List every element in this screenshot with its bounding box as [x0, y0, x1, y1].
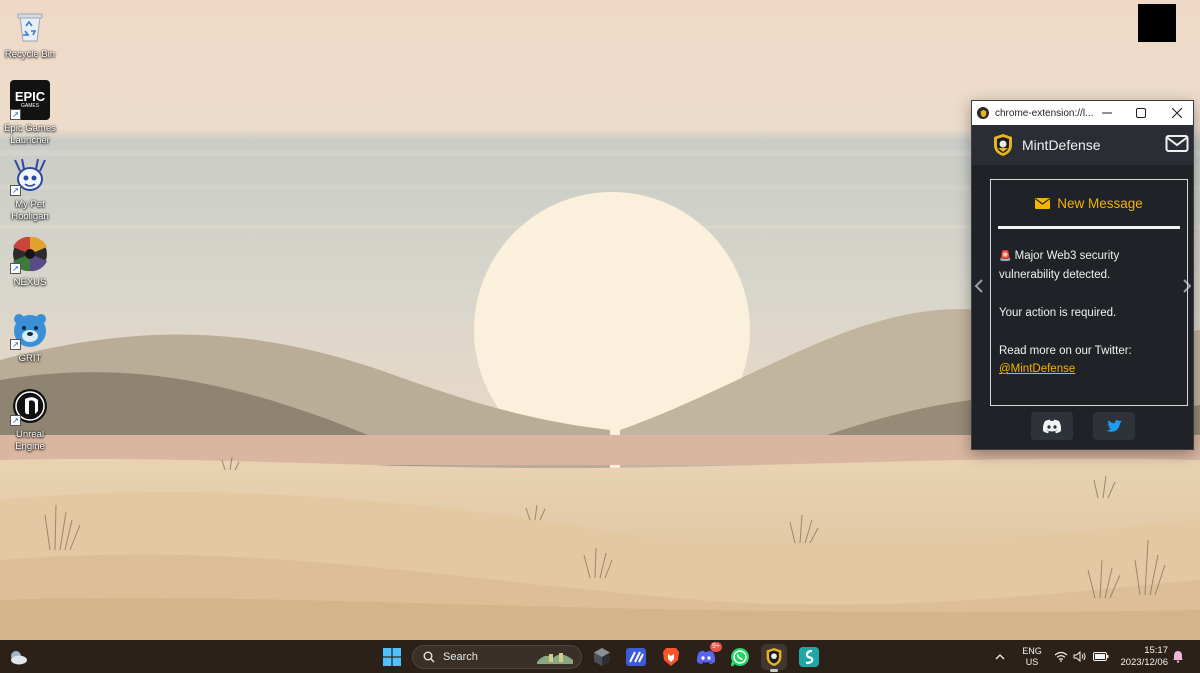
desktop-icon-label: My Pet Hooligan: [11, 199, 49, 222]
window-title: chrome-extension://l...: [995, 107, 1094, 119]
taskbar-app-linear[interactable]: [623, 644, 649, 670]
brand-name: MintDefense: [1022, 137, 1101, 153]
extension-favicon-icon: [977, 107, 989, 119]
brave-icon: [663, 648, 679, 666]
twitter-handle-link[interactable]: @MintDefense: [999, 363, 1075, 375]
weather-widget-icon[interactable]: [8, 648, 28, 666]
desktop-icon-grit[interactable]: ↗ GRIT: [2, 310, 58, 365]
taskbar-app-discord[interactable]: 9+: [693, 642, 722, 670]
taskbar-app-surfshark[interactable]: [796, 644, 822, 670]
desktop-icon-label: GRIT: [18, 353, 42, 364]
taskbar: Search 9+ ENG US 15:17 2023/12/06: [0, 640, 1200, 673]
minimize-icon: [1102, 112, 1112, 114]
desktop-icon-label: Epic Games Launcher: [4, 123, 56, 146]
grit-icon: ↗: [10, 310, 50, 350]
message-body: 🚨 Major Web3 security vulnerability dete…: [991, 229, 1187, 378]
desktop-icon-unreal-engine[interactable]: ↗ Unreal Engine: [2, 386, 58, 453]
close-icon: [1172, 108, 1182, 118]
window-titlebar[interactable]: chrome-extension://l...: [972, 101, 1193, 125]
message-line-3: Read more on our Twitter:: [999, 345, 1132, 357]
notification-bell-icon: [1173, 651, 1183, 663]
mintdefense-logo-icon: [994, 134, 1012, 156]
wifi-icon: [1054, 651, 1068, 662]
previous-arrow-icon[interactable]: [974, 279, 984, 297]
whatsapp-icon: [730, 648, 749, 667]
surfshark-icon: [799, 647, 819, 667]
epic-logo-subtext: GAMES: [20, 103, 40, 109]
shortcut-arrow-icon: ↗: [10, 185, 21, 196]
message-line-1: Major Web3 security vulnerability detect…: [999, 250, 1120, 281]
desktop-icon-my-pet-hooligan[interactable]: ↗ My Pet Hooligan: [2, 156, 58, 223]
shortcut-arrow-icon: ↗: [10, 415, 21, 426]
desktop-icon-epic-games[interactable]: EPIC GAMES ↗ Epic Games Launcher: [2, 80, 58, 147]
maximize-button[interactable]: [1124, 101, 1158, 125]
discord-notification-badge: 9+: [710, 642, 722, 652]
clock-time: 15:17: [1144, 644, 1168, 656]
desktop-icon-label: Unreal Engine: [15, 429, 45, 452]
search-placeholder: Search: [443, 651, 478, 663]
shortcut-arrow-icon: ↗: [10, 339, 21, 350]
epic-games-icon: EPIC GAMES ↗: [10, 80, 50, 120]
nexus-icon: ↗: [10, 234, 50, 274]
language-indicator[interactable]: ENG US: [1020, 640, 1044, 673]
search-icon: [423, 651, 435, 663]
search-highlight-icon: [537, 653, 573, 664]
extension-header: MintDefense: [972, 125, 1193, 165]
notifications-button[interactable]: [1172, 640, 1184, 673]
mintdefense-extension-window: chrome-extension://l... MintDefense New …: [971, 100, 1194, 450]
shortcut-arrow-icon: ↗: [10, 263, 21, 274]
close-button[interactable]: [1160, 101, 1194, 125]
shortcut-arrow-icon: ↗: [10, 109, 21, 120]
twitter-button[interactable]: [1092, 412, 1135, 440]
mail-icon[interactable]: [1165, 133, 1189, 155]
taskbar-app-unity-hub[interactable]: [589, 644, 615, 670]
linear-icon: [626, 648, 646, 666]
epic-logo-text: EPIC: [14, 89, 46, 104]
windows-start-icon: [383, 648, 401, 666]
message-line-alert: 🚨 Major Web3 security vulnerability dete…: [999, 247, 1179, 284]
minimize-button[interactable]: [1090, 101, 1124, 125]
envelope-icon: [1035, 197, 1051, 209]
taskbar-app-mintdefense[interactable]: [761, 644, 787, 672]
pet-hooligan-icon: ↗: [10, 156, 50, 196]
maximize-icon: [1136, 108, 1146, 118]
mintdefense-icon: [766, 648, 782, 666]
taskbar-app-whatsapp[interactable]: [727, 644, 753, 670]
keyboard-layout: US: [1025, 656, 1039, 667]
unity-hub-icon: [594, 648, 610, 666]
start-button[interactable]: [379, 644, 405, 670]
message-heading-text: New Message: [1057, 195, 1143, 211]
chevron-up-icon: [995, 653, 1005, 659]
black-square-overlay: [1138, 4, 1176, 42]
message-card: New Message 🚨 Major Web3 security vulner…: [990, 179, 1188, 406]
desktop-icon-label: NEXUS: [13, 277, 47, 288]
recycle-bin-icon: [10, 6, 50, 46]
twitter-icon: [1105, 419, 1122, 432]
unreal-engine-icon: ↗: [10, 386, 50, 426]
quick-settings-button[interactable]: [1054, 640, 1109, 673]
battery-icon: [1093, 652, 1109, 661]
taskbar-search-box[interactable]: Search: [412, 645, 582, 669]
desktop-icon-nexus[interactable]: ↗ NEXUS: [2, 234, 58, 289]
volume-icon: [1073, 651, 1086, 662]
message-line-3-block: Read more on our Twitter: @MintDefense: [999, 342, 1179, 378]
desktop-icon-recycle-bin[interactable]: Recycle Bin: [2, 6, 58, 61]
taskbar-app-brave[interactable]: [658, 644, 684, 670]
social-footer: [972, 403, 1193, 449]
message-heading: New Message: [991, 180, 1187, 226]
message-line-2: Your action is required.: [999, 307, 1117, 319]
clock[interactable]: 15:17 2023/12/06: [1112, 640, 1168, 673]
clock-date: 2023/12/06: [1120, 656, 1168, 668]
discord-button[interactable]: [1030, 412, 1073, 440]
discord-icon: [1042, 419, 1061, 433]
siren-icon: 🚨: [999, 251, 1012, 262]
show-hidden-icons-button[interactable]: [995, 640, 1005, 673]
desktop-icon-label: Recycle Bin: [4, 49, 56, 60]
language-code: ENG: [1022, 645, 1042, 656]
